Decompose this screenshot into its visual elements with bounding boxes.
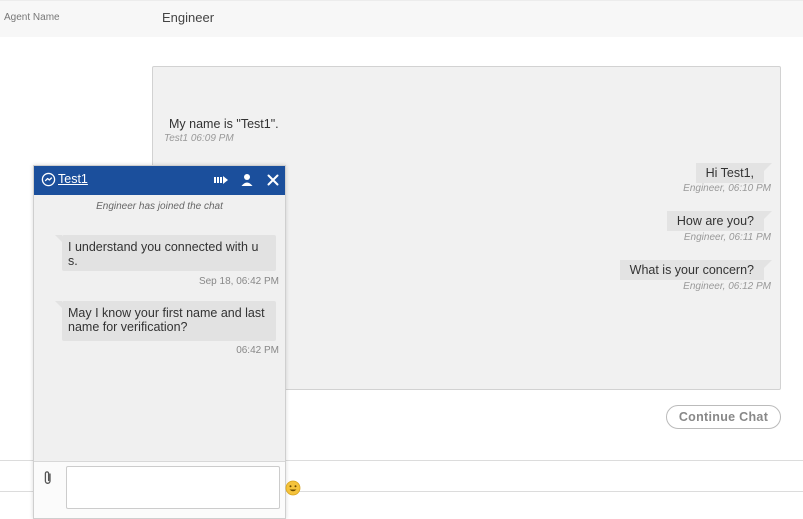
message-timestamp: 06:42 PM: [236, 345, 279, 356]
messenger-logo-icon: [41, 172, 56, 187]
transfer-icon[interactable]: [213, 172, 229, 188]
agent-message: How are you?: [666, 211, 773, 231]
agent-chat-bubble: May I know your first name and last name…: [55, 301, 276, 341]
agent-message-meta: Engineer, 06:12 PM: [683, 281, 771, 292]
agent-name-label: Agent Name: [4, 12, 60, 23]
continue-chat-button[interactable]: Continue Chat: [666, 405, 781, 429]
agent-name-value: Engineer: [162, 10, 215, 25]
user-icon[interactable]: [239, 172, 255, 188]
agent-message-meta: Engineer, 06:11 PM: [683, 232, 771, 243]
agent-message: Hi Test1,: [695, 163, 773, 183]
chat-input-area: [34, 461, 301, 518]
agent-name-row: Agent Name Engineer: [0, 0, 803, 37]
system-note: Engineer has joined the chat: [96, 201, 223, 212]
chat-contact-name-link[interactable]: Test1: [58, 172, 88, 186]
message-timestamp: Sep 18, 06:42 PM: [198, 276, 279, 287]
agent-chat-bubble: I understand you connected with u s.: [55, 235, 276, 271]
agent-message: What is your concern?: [619, 260, 773, 280]
chat-message-input[interactable]: [66, 466, 301, 509]
smiley-emoji-icon[interactable]: [285, 480, 301, 496]
close-icon[interactable]: [265, 172, 281, 188]
paperclip-icon[interactable]: [42, 470, 54, 486]
chat-widget-messages: Engineer has joined the chat I understan…: [34, 195, 285, 461]
customer-message: My name is "Test1".: [169, 117, 279, 131]
chat-widget-header: Test1: [34, 166, 285, 195]
chat-widget: Test1 Engineer has joined the chat I und…: [33, 165, 301, 519]
customer-message-meta: Test1 06:09 PM: [164, 133, 234, 144]
agent-message-meta: Engineer, 06:10 PM: [683, 183, 771, 194]
